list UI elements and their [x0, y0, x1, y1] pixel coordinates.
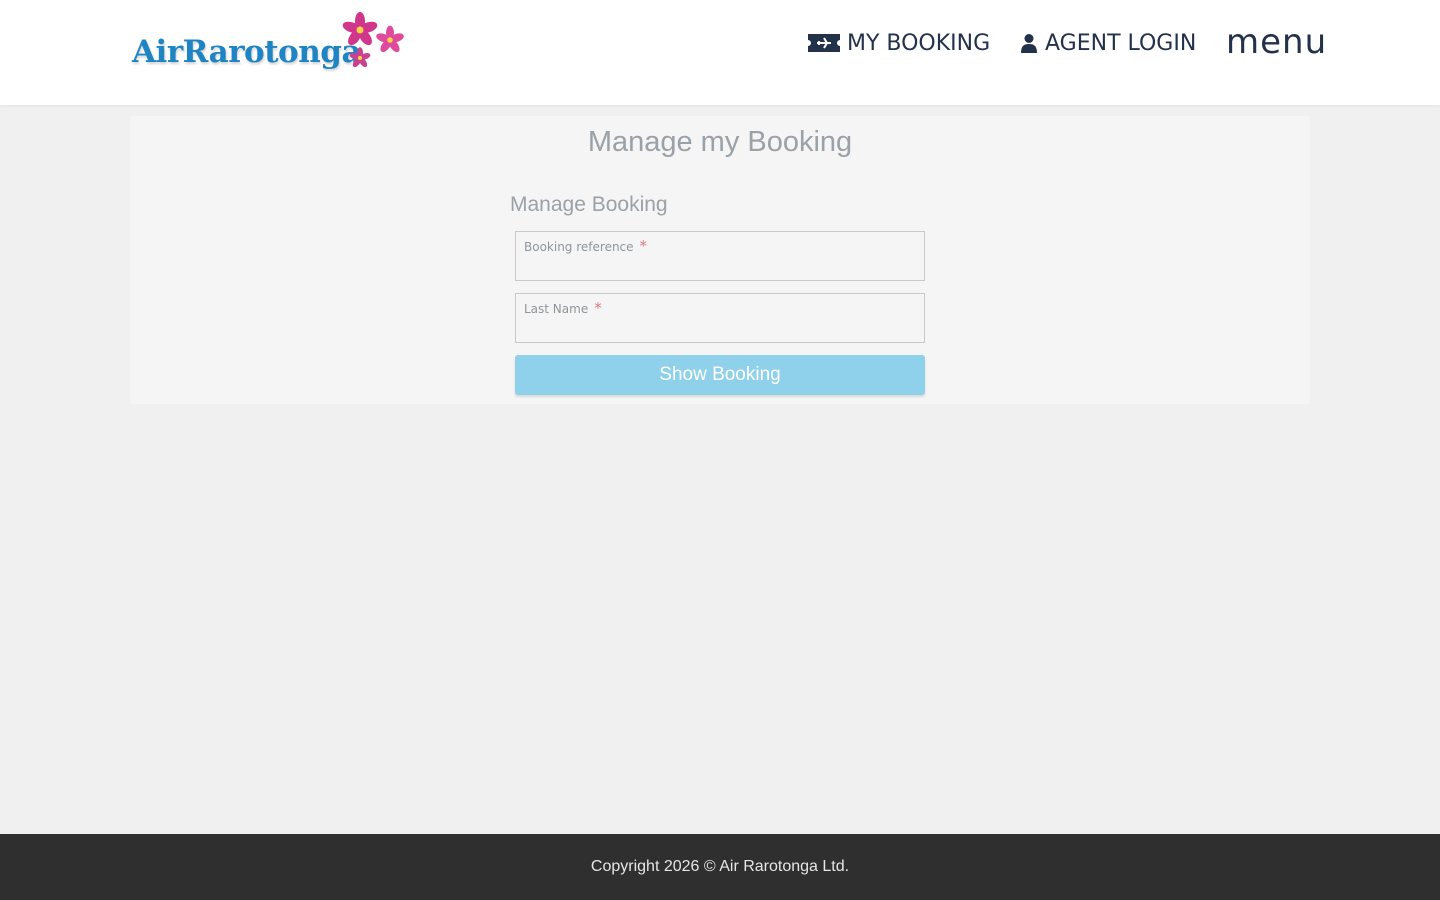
site-header: AirRarotonga MY BOOKING AGENT LOGIN menu [0, 0, 1440, 105]
booking-reference-input[interactable] [524, 254, 914, 276]
required-asterisk: * [639, 237, 648, 255]
user-icon [1020, 33, 1038, 53]
booking-reference-field[interactable]: Booking reference * [515, 231, 925, 281]
required-asterisk: * [594, 299, 602, 317]
ticket-icon [808, 34, 840, 52]
booking-reference-label: Booking reference * [524, 237, 648, 255]
last-name-label: Last Name * [524, 299, 602, 317]
page-title: Manage my Booking [587, 126, 853, 158]
nav-agent-login[interactable]: AGENT LOGIN [1020, 28, 1196, 58]
frangipani-flowers-icon [342, 12, 404, 68]
show-booking-button[interactable]: Show Booking [515, 355, 925, 395]
air-rarotonga-logo[interactable]: AirRarotonga [130, 12, 412, 74]
nav-agent-login-label: AGENT LOGIN [1045, 30, 1197, 56]
last-name-input[interactable] [524, 316, 914, 338]
menu-button[interactable]: menu [1226, 22, 1327, 62]
copyright-text: Copyright 2026 © Air Rarotonga Ltd. [590, 858, 850, 875]
last-name-field[interactable]: Last Name * [515, 293, 925, 343]
logo-wordmark: AirRarotonga [132, 34, 362, 70]
nav-my-booking[interactable]: MY BOOKING [808, 28, 990, 58]
section-title: Manage Booking [510, 193, 668, 216]
nav-my-booking-label: MY BOOKING [847, 30, 991, 56]
site-footer: Copyright 2026 © Air Rarotonga Ltd. [0, 834, 1440, 900]
